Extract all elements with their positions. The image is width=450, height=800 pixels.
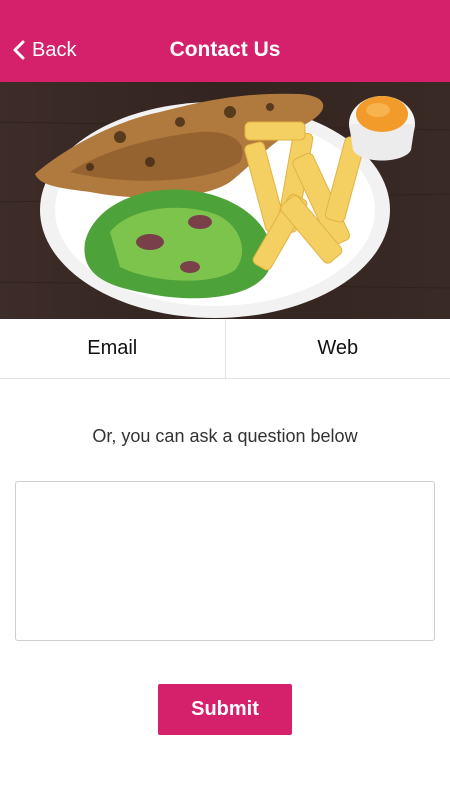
page-title: Contact Us <box>169 38 281 61</box>
food-plate-image <box>0 82 450 319</box>
app-header: Back Contact Us <box>0 0 450 82</box>
question-input[interactable] <box>15 481 435 641</box>
contact-tabs: Email Web <box>0 319 450 379</box>
tab-web[interactable]: Web <box>224 319 450 378</box>
question-prompt: Or, you can ask a question below <box>92 426 358 446</box>
tab-email[interactable]: Email <box>0 319 225 378</box>
submit-button[interactable]: Submit <box>158 684 292 735</box>
